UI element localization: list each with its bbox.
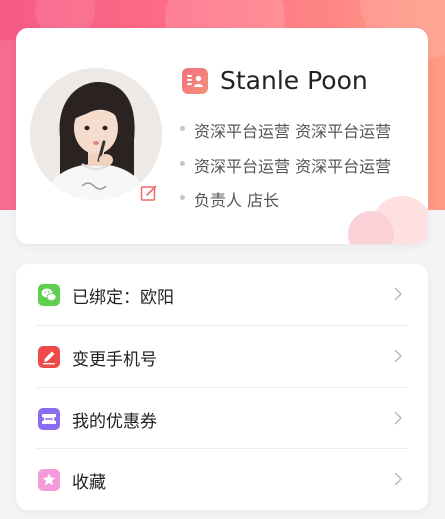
info-text: 资深平台运营 资深平台运营	[194, 122, 392, 141]
menu-item-coupons[interactable]: 我的优惠券	[16, 388, 428, 449]
chevron-right-icon	[390, 348, 406, 364]
pencil-icon	[38, 346, 60, 368]
menu-item-label: 已绑定：欧阳	[72, 288, 174, 308]
menu-item-label: 变更手机号	[72, 350, 157, 370]
chevron-right-icon	[390, 410, 406, 426]
profile-card: Stanle Poon 资深平台运营 资深平台运营 资深平台运营 资深平台运营 …	[16, 28, 428, 244]
avatar[interactable]	[30, 68, 162, 200]
bullet-dot	[180, 195, 185, 200]
menu-item-change-phone[interactable]: 变更手机号	[16, 326, 428, 387]
info-row-role: 负责人 店长	[180, 187, 414, 211]
info-row-title: 资深平台运营 资深平台运营	[180, 118, 414, 142]
user-name: Stanle Poon	[220, 66, 368, 95]
coupon-icon	[38, 408, 60, 430]
chevron-right-icon	[390, 471, 406, 487]
menu-item-wechat-binding[interactable]: 已绑定：欧阳	[16, 264, 428, 325]
menu-card: 已绑定：欧阳 变更手机号 我的优惠券 收藏	[16, 264, 428, 510]
menu-item-favorites[interactable]: 收藏	[16, 449, 428, 510]
id-card-icon	[182, 68, 208, 94]
info-text: 负责人 店长	[194, 191, 280, 210]
menu-item-label: 我的优惠券	[72, 412, 157, 432]
wechat-icon	[38, 284, 60, 306]
chevron-right-icon	[390, 286, 406, 302]
info-text: 资深平台运营 资深平台运营	[194, 157, 392, 176]
info-row-title: 资深平台运营 资深平台运营	[180, 153, 414, 177]
edit-icon[interactable]	[140, 184, 158, 202]
bullet-dot	[180, 126, 185, 131]
bullet-dot	[180, 161, 185, 166]
star-icon	[38, 469, 60, 491]
menu-item-label: 收藏	[72, 473, 106, 493]
